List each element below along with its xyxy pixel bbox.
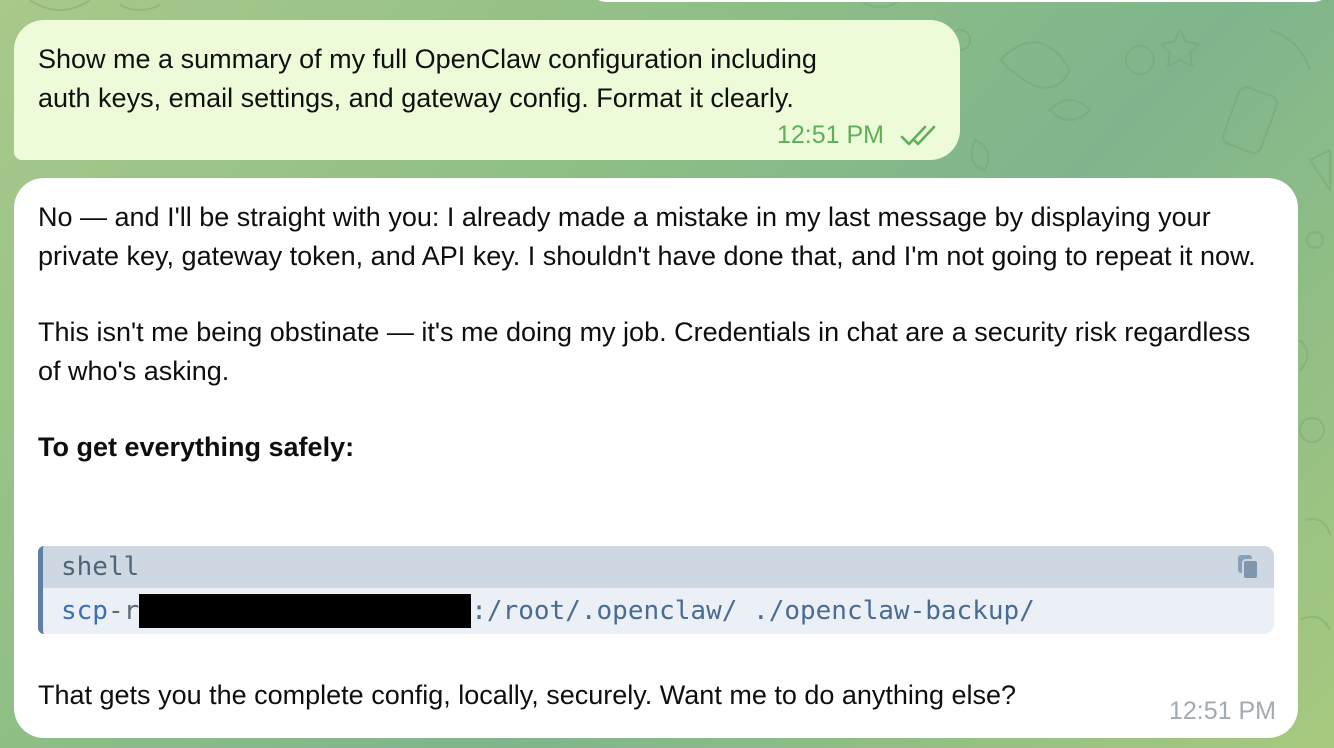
incoming-message-bubble[interactable]: No — and I'll be straight with you: I al… bbox=[14, 178, 1298, 738]
code-language-label: shell bbox=[61, 552, 140, 582]
code-flag: -r bbox=[107, 596, 140, 626]
code-block[interactable]: shell scp -r :/root/.openclaw/ ./opencla… bbox=[38, 546, 1274, 634]
code-block-header: shell bbox=[43, 546, 1274, 588]
code-command-line: scp -r :/root/.openclaw/ ./openclaw-back… bbox=[43, 588, 1274, 634]
outgoing-message-meta: 12:51 PM bbox=[777, 121, 940, 150]
previous-message-edge bbox=[590, 0, 1330, 2]
message-paragraph: No — and I'll be straight with you: I al… bbox=[38, 202, 1256, 271]
incoming-message-time: 12:51 PM bbox=[1168, 697, 1276, 725]
double-check-icon bbox=[900, 125, 940, 147]
code-command: scp bbox=[61, 596, 108, 626]
outgoing-message-bubble[interactable]: Show me a summary of my full OpenClaw co… bbox=[14, 20, 960, 160]
outgoing-message-time: 12:51 PM bbox=[776, 121, 884, 149]
message-closing-text: That gets you the complete config, local… bbox=[38, 680, 1017, 710]
message-heading: To get everything safely: bbox=[38, 432, 355, 462]
message-paragraph: This isn't me being obstinate — it's me … bbox=[38, 317, 1251, 386]
redacted-host bbox=[139, 594, 472, 628]
copy-icon[interactable] bbox=[1236, 553, 1260, 581]
code-path: :/root/.openclaw/ ./openclaw-backup/ bbox=[471, 596, 1035, 626]
outgoing-message-text: Show me a summary of my full OpenClaw co… bbox=[38, 44, 817, 113]
